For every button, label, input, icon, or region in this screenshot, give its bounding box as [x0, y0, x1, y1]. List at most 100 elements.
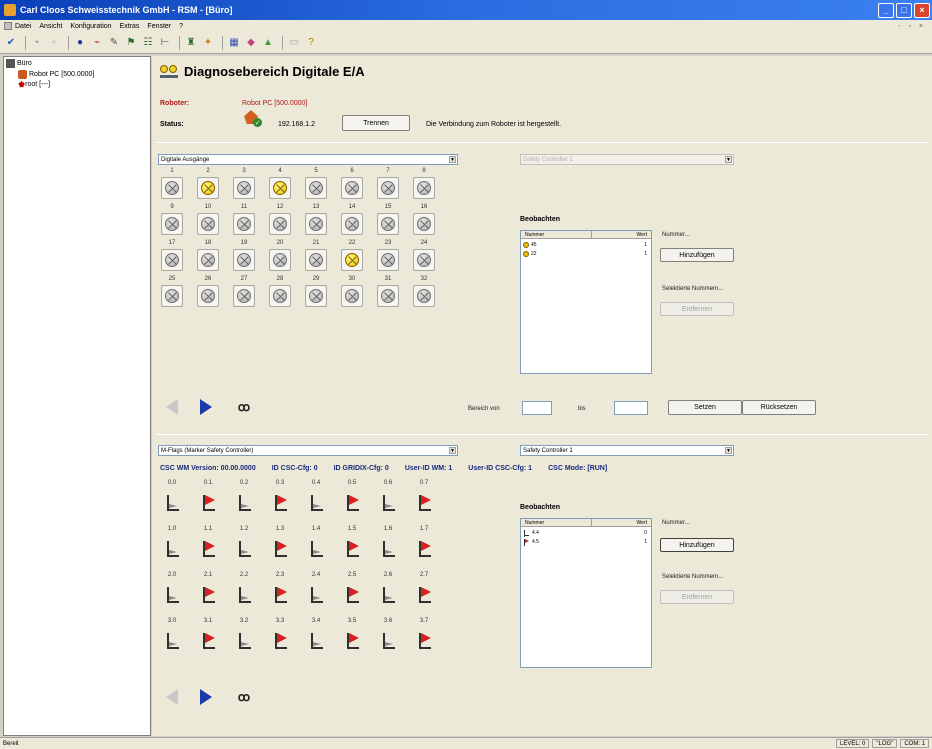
output-toggle-button[interactable]	[269, 177, 291, 199]
maximize-button[interactable]: □	[896, 2, 912, 18]
tree-node-robot[interactable]: Robot PC [500.0000]	[18, 70, 94, 79]
flag-toggle-button[interactable]	[197, 538, 219, 560]
list-item[interactable]: 45 1	[523, 241, 649, 249]
tool-icon[interactable]: ✎	[107, 36, 121, 50]
chevron-down-icon[interactable]: ▼	[449, 156, 456, 163]
output-toggle-button[interactable]	[233, 213, 255, 235]
flag-toggle-button[interactable]	[341, 538, 363, 560]
menu-help[interactable]: ?	[179, 23, 183, 30]
output-toggle-button[interactable]	[305, 285, 327, 307]
flag-toggle-button[interactable]	[233, 630, 255, 652]
observe-list-flags[interactable]: Nummer Wert 4.4 0 4.5 1	[520, 518, 652, 668]
output-toggle-button[interactable]	[341, 249, 363, 271]
output-toggle-button[interactable]	[305, 249, 327, 271]
range-from-input[interactable]	[522, 401, 552, 415]
chevron-down-icon[interactable]: ▼	[449, 447, 456, 454]
output-toggle-button[interactable]	[197, 285, 219, 307]
flag-toggle-button[interactable]	[341, 492, 363, 514]
tree-node-user[interactable]: ♚ root [---]	[18, 80, 50, 89]
mdi-controls[interactable]: - ▫ ×	[898, 23, 926, 30]
output-toggle-button[interactable]	[161, 249, 183, 271]
flag-toggle-button[interactable]	[305, 538, 327, 560]
output-toggle-button[interactable]	[233, 249, 255, 271]
lamp-icon[interactable]: ✦	[201, 36, 215, 50]
disconnect-button[interactable]: Trennen	[342, 115, 410, 131]
next-page-button-flags[interactable]	[194, 686, 218, 708]
flag-toggle-button[interactable]	[413, 584, 435, 606]
window-icon[interactable]: ▭	[287, 36, 301, 50]
print-icon[interactable]: ▫	[47, 36, 61, 50]
flag-toggle-button[interactable]	[305, 584, 327, 606]
flag-toggle-button[interactable]	[341, 630, 363, 652]
chart-icon[interactable]: ▲	[261, 36, 275, 50]
flag-toggle-button[interactable]	[197, 630, 219, 652]
flag-toggle-button[interactable]	[305, 630, 327, 652]
connect-icon[interactable]: ✔	[4, 36, 18, 50]
flag-toggle-button[interactable]	[197, 584, 219, 606]
info-icon[interactable]: ●	[73, 36, 87, 50]
io-flag-icon[interactable]: ⊢	[158, 36, 172, 50]
set-button[interactable]: Setzen	[668, 400, 742, 415]
io-type-select[interactable]: Digitale Ausgänge ▼	[158, 154, 458, 165]
output-toggle-button[interactable]	[377, 213, 399, 235]
menu-ansicht[interactable]: Ansicht	[39, 23, 62, 30]
flag-toggle-button[interactable]	[377, 584, 399, 606]
output-toggle-button[interactable]	[233, 177, 255, 199]
list-item[interactable]: 4.4 0	[523, 529, 649, 537]
observe-list[interactable]: Nummer Wert 45 1 22 1	[520, 230, 652, 374]
output-toggle-button[interactable]	[413, 285, 435, 307]
flag-toggle-button[interactable]	[269, 492, 291, 514]
list-item[interactable]: 22 1	[523, 250, 649, 258]
previous-page-button-flags[interactable]	[160, 686, 184, 708]
flag-toggle-button[interactable]	[413, 630, 435, 652]
network-icon[interactable]: ☷	[141, 36, 155, 50]
flag-toggle-button[interactable]	[341, 584, 363, 606]
output-toggle-button[interactable]	[161, 213, 183, 235]
reset-button[interactable]: Rücksetzen	[742, 400, 816, 415]
close-button[interactable]: ×	[914, 2, 930, 18]
controller-select[interactable]: Safety Controller 1 ▼	[520, 445, 734, 456]
menu-datei[interactable]: Datei	[15, 23, 31, 30]
output-toggle-button[interactable]	[341, 285, 363, 307]
flag-toggle-button[interactable]	[233, 584, 255, 606]
flag-tool-icon[interactable]: ⚑	[124, 36, 138, 50]
flag-toggle-button[interactable]	[161, 630, 183, 652]
output-toggle-button[interactable]	[269, 285, 291, 307]
menu-fenster[interactable]: Fenster	[147, 23, 171, 30]
search-button-flags[interactable]: ꝏ	[232, 686, 256, 708]
output-toggle-button[interactable]	[341, 177, 363, 199]
chevron-down-icon[interactable]: ▼	[725, 447, 732, 454]
next-page-button[interactable]	[194, 396, 218, 418]
add-button-flags[interactable]: Hinzufügen	[660, 538, 734, 552]
output-toggle-button[interactable]	[197, 213, 219, 235]
output-toggle-button[interactable]	[377, 249, 399, 271]
menu-extras[interactable]: Extras	[120, 23, 140, 30]
flag-toggle-button[interactable]	[161, 584, 183, 606]
list-item[interactable]: 4.5 1	[523, 538, 649, 546]
output-toggle-button[interactable]	[161, 177, 183, 199]
flag-toggle-button[interactable]	[161, 538, 183, 560]
flag-toggle-button[interactable]	[269, 584, 291, 606]
add-button[interactable]: Hinzufügen	[660, 248, 734, 262]
search-button[interactable]: ꝏ	[232, 396, 256, 418]
flag-toggle-button[interactable]	[269, 538, 291, 560]
grid-icon[interactable]: ▦	[227, 36, 241, 50]
output-toggle-button[interactable]	[269, 213, 291, 235]
output-toggle-button[interactable]	[233, 285, 255, 307]
menu-konfiguration[interactable]: Konfiguration	[70, 23, 111, 30]
flag-type-select[interactable]: M-Flags (Marker Safety Controller) ▼	[158, 445, 458, 456]
range-to-input[interactable]	[614, 401, 648, 415]
robot-icon[interactable]: ♜	[184, 36, 198, 50]
output-toggle-button[interactable]	[377, 285, 399, 307]
flag-toggle-button[interactable]	[161, 492, 183, 514]
flag-toggle-button[interactable]	[233, 492, 255, 514]
flag-toggle-button[interactable]	[413, 538, 435, 560]
output-toggle-button[interactable]	[161, 285, 183, 307]
flag-toggle-button[interactable]	[377, 630, 399, 652]
output-toggle-button[interactable]	[197, 249, 219, 271]
flag-toggle-button[interactable]	[269, 630, 291, 652]
output-toggle-button[interactable]	[341, 213, 363, 235]
flag-toggle-button[interactable]	[233, 538, 255, 560]
save-icon[interactable]: ▪	[30, 36, 44, 50]
output-toggle-button[interactable]	[305, 177, 327, 199]
